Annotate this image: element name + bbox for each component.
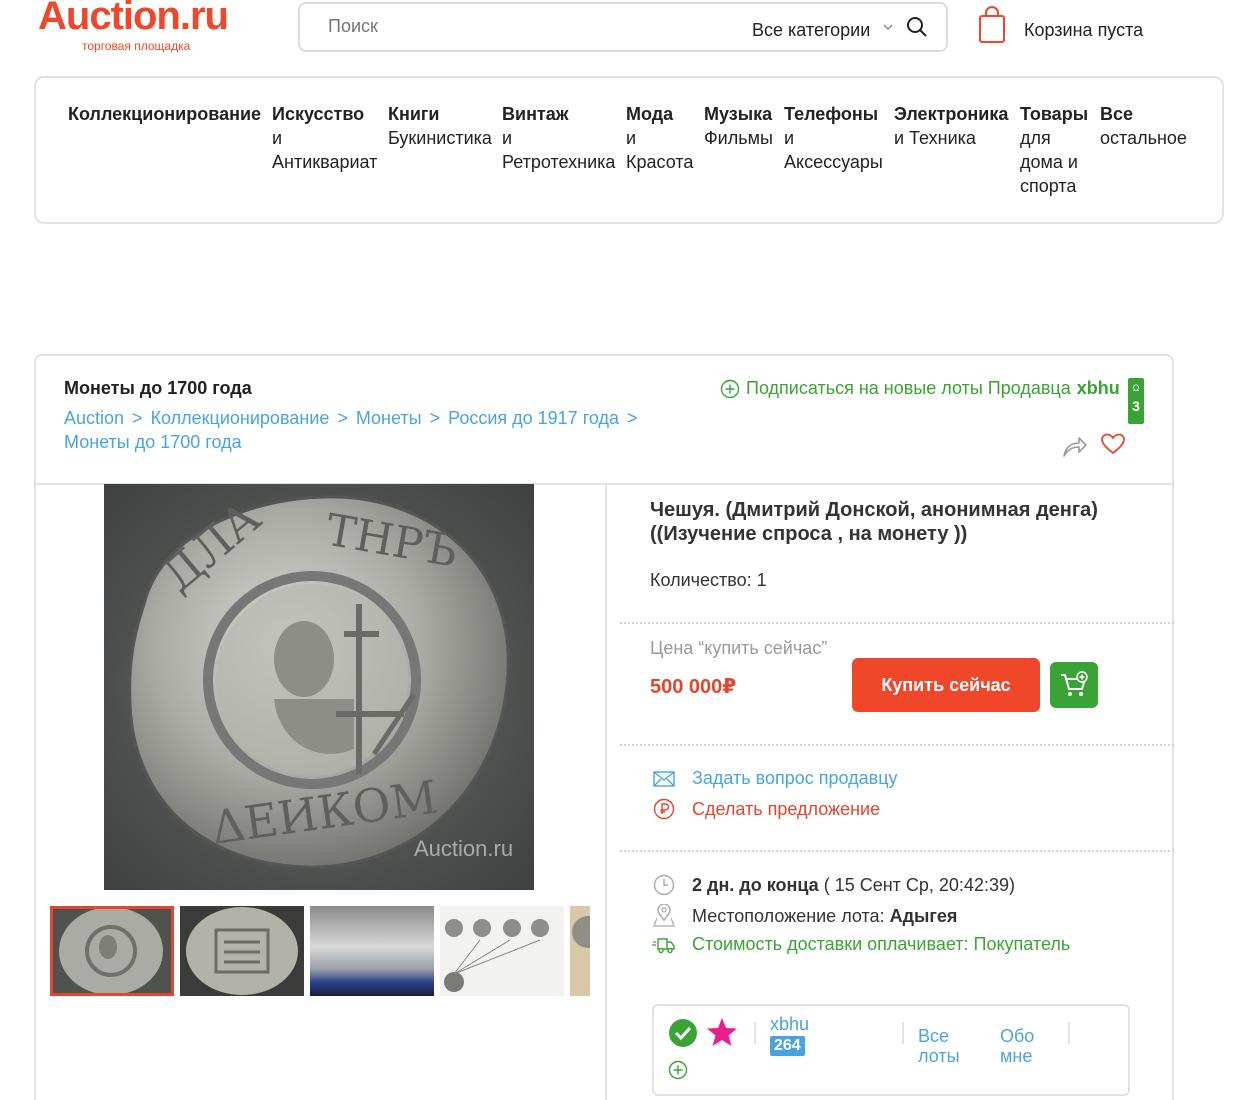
lot-title: Чешуя. (Дмитрий Донской, анонимная денга… xyxy=(650,499,1098,545)
category-electronics[interactable]: Электроника и Техника xyxy=(894,102,1014,150)
category-home-sport[interactable]: Товары для дома и спорта xyxy=(1020,102,1096,198)
thumbnail-5[interactable] xyxy=(570,906,590,996)
category-vintage[interactable]: Винтаж и Ретротехника xyxy=(502,102,620,174)
lot-card: Монеты до 1700 года Auction > Коллекционир… xyxy=(34,354,1174,1100)
time-left: 2 дн. до конца ( 15 Сент Ср, 20:42:39) xyxy=(652,874,1015,896)
clock-icon xyxy=(652,874,676,896)
cart-status[interactable]: Корзина пуста xyxy=(1024,20,1143,41)
divider xyxy=(620,622,1174,624)
heart-icon[interactable] xyxy=(1100,432,1126,461)
thumbnail-3[interactable] xyxy=(310,906,434,996)
plus-circle-icon[interactable] xyxy=(668,1060,688,1085)
divider xyxy=(1068,1022,1070,1044)
category-nav: Коллекционирование Искусство и Антиквариа… xyxy=(34,76,1224,224)
seller-all-lots-link[interactable]: Все лоты xyxy=(918,1026,978,1066)
breadcrumb-separator: > xyxy=(337,408,348,428)
category-music[interactable]: Музыка Фильмы xyxy=(704,102,776,150)
divider xyxy=(754,1022,756,1044)
breadcrumb-separator: > xyxy=(627,408,638,428)
category-phones[interactable]: Телефоны и Аксессуары xyxy=(784,102,888,174)
shipping-label: Стоимость доставки оплачивает: Покупател… xyxy=(692,934,1071,954)
thumbnail-2[interactable] xyxy=(180,906,304,996)
price-value: 500 000₽ xyxy=(650,676,737,698)
divider xyxy=(902,1022,904,1044)
photo-watermark: Auction.ru xyxy=(414,836,513,861)
divider xyxy=(620,744,1174,746)
lot-quantity: Количество: 1 xyxy=(650,570,767,590)
search-bar: Все категории xyxy=(298,2,948,52)
column-divider xyxy=(605,485,607,1100)
shopping-bag-icon[interactable] xyxy=(978,6,1006,49)
subscribe-text: Подписаться на новые лоты Продавца xyxy=(746,378,1071,398)
ask-seller-link[interactable]: Задать вопрос продавцу xyxy=(652,768,898,789)
lot-location: Местоположение лота: Адыгея xyxy=(652,904,957,928)
truck-icon xyxy=(652,936,676,954)
seller-name[interactable]: xbhu xyxy=(770,1014,809,1035)
envelope-icon xyxy=(652,770,676,787)
main-lot-photo[interactable]: ДЛА ТНРЪ ΔЕИКОМ Auction.ru xyxy=(104,484,534,890)
breadcrumb-coins[interactable]: Монеты xyxy=(356,408,422,428)
price-label: Цена “купить сейчас” xyxy=(650,638,828,658)
category-books[interactable]: Книги Букинистика xyxy=(388,102,496,150)
ask-seller-label: Задать вопрос продавцу xyxy=(692,768,898,788)
seller-about-link[interactable]: Обо мне xyxy=(1000,1026,1060,1066)
badge-count: 3 xyxy=(1132,398,1140,414)
end-date: ( 15 Сент Ср, 20:42:39) xyxy=(823,874,1015,895)
seller-box: xbhu 264 Все лоты Обо мне xyxy=(652,1004,1130,1096)
breadcrumb: Auction > Коллекционирование > Монеты > Россия… xyxy=(64,406,684,454)
breadcrumb-separator: > xyxy=(132,408,143,428)
breadcrumb-coins-1700[interactable]: Монеты до 1700 года xyxy=(64,432,242,452)
map-pin-icon xyxy=(652,904,676,928)
breadcrumb-collecting[interactable]: Коллекционирование xyxy=(151,408,330,428)
plus-circle-icon xyxy=(720,379,740,399)
search-category-select[interactable]: Все категории xyxy=(752,20,870,41)
seller-badge: Ω 3 xyxy=(1128,378,1144,424)
time-left-value: 2 дн. до конца xyxy=(692,874,819,895)
breadcrumb-separator: > xyxy=(429,408,441,428)
search-icon[interactable] xyxy=(906,16,928,43)
search-input[interactable] xyxy=(328,16,708,37)
category-other[interactable]: Все остальное xyxy=(1100,102,1196,150)
subscribe-link[interactable]: Подписаться на новые лоты Продавца xbhu xyxy=(720,378,1120,399)
chevron-down-icon[interactable] xyxy=(882,20,894,38)
page-title: Монеты до 1700 года xyxy=(64,378,252,398)
breadcrumb-auction[interactable]: Auction xyxy=(64,408,124,428)
cart-add-icon xyxy=(1061,671,1088,696)
make-offer-label: Сделать предложение xyxy=(692,798,881,819)
seller-rating-badge[interactable]: 264 xyxy=(770,1036,805,1056)
divider xyxy=(620,850,1174,852)
logo-text: Auction.ru xyxy=(38,0,229,38)
breadcrumb-russia[interactable]: Россия до 1917 года xyxy=(448,408,619,428)
thumbnail-1[interactable] xyxy=(50,906,174,996)
thumbnail-strip xyxy=(50,904,590,998)
location-label: Местоположение лота: xyxy=(692,905,885,926)
subscribe-seller-name: xbhu xyxy=(1076,378,1120,398)
share-icon[interactable] xyxy=(1062,434,1088,463)
shipping-info: Стоимость доставки оплачивает: Покупател… xyxy=(652,934,1070,955)
ruble-icon xyxy=(652,798,676,820)
thumbnail-4[interactable] xyxy=(440,906,564,996)
site-logo[interactable]: Auction.ru торговая площадка xyxy=(38,0,229,53)
add-to-cart-button[interactable] xyxy=(1050,662,1098,708)
star-icon xyxy=(706,1016,738,1053)
category-fashion[interactable]: Мода и Красота xyxy=(626,102,698,174)
category-collecting[interactable]: Коллекционирование xyxy=(68,102,264,126)
category-art[interactable]: Искусство и Антиквариат xyxy=(272,102,384,174)
logo-subtitle: торговая площадка xyxy=(82,39,191,53)
location-value: Адыгея xyxy=(889,905,958,926)
make-offer-link[interactable]: Сделать предложение xyxy=(652,798,880,820)
buy-now-button[interactable]: Купить сейчас xyxy=(852,658,1040,712)
badge-symbol: Ω xyxy=(1132,383,1140,393)
verified-check-icon xyxy=(668,1018,698,1053)
